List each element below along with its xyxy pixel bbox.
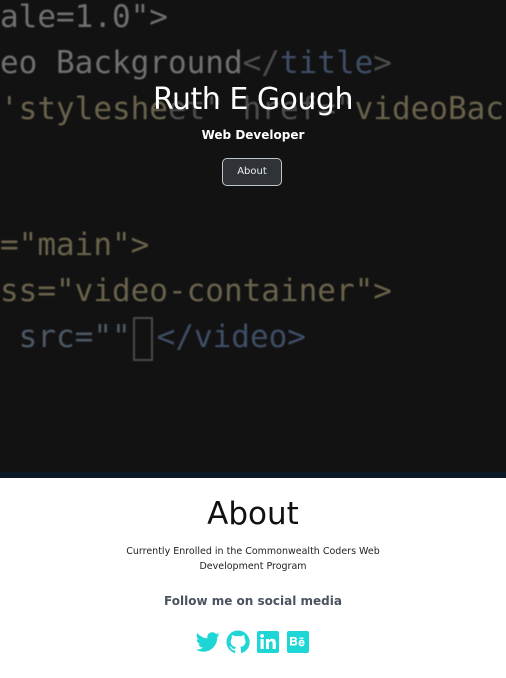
hero-section: ale=1.0"> eo Background</title>'styleshee… [0, 0, 506, 478]
code-line: ale=1.0"> [0, 0, 168, 40]
code-token: ale=1.0"> [0, 0, 168, 35]
follow-heading: Follow me on social media [164, 594, 342, 608]
text-cursor [132, 316, 153, 361]
hero-title: Ruth E Gough [153, 82, 354, 117]
about-button[interactable]: About [222, 158, 282, 186]
twitter-link[interactable] [196, 630, 220, 654]
code-token: title [279, 45, 374, 81]
linkedin-link[interactable] [256, 630, 280, 654]
about-description: Currently Enrolled in the Commonwealth C… [126, 546, 380, 572]
behance-icon [287, 631, 309, 653]
about-section: About Currently Enrolled in the Commonwe… [0, 478, 506, 678]
code-token: eo Background [0, 45, 243, 81]
linkedin-icon [257, 631, 279, 653]
code-line: src="" </video> [0, 314, 306, 361]
code-token: ss="video-container"> [0, 273, 392, 309]
code-token: </video> [156, 319, 306, 355]
github-icon [226, 630, 250, 654]
code-line: eo Background</title> [0, 40, 392, 86]
code-token: ="main"> [0, 227, 150, 263]
code-token: </ [242, 45, 280, 81]
video-background: ale=1.0"> eo Background</title>'styleshee… [0, 0, 506, 478]
code-line: ="main"> [0, 222, 149, 268]
github-link[interactable] [226, 630, 250, 654]
code-token: src="" [0, 319, 131, 355]
hero-subtitle: Web Developer [201, 128, 305, 142]
behance-link[interactable] [286, 630, 310, 654]
social-links [196, 630, 310, 654]
twitter-icon [196, 632, 220, 652]
code-token: > [373, 45, 392, 81]
about-title: About [207, 496, 299, 532]
code-line: ss="video-container"> [0, 268, 392, 314]
